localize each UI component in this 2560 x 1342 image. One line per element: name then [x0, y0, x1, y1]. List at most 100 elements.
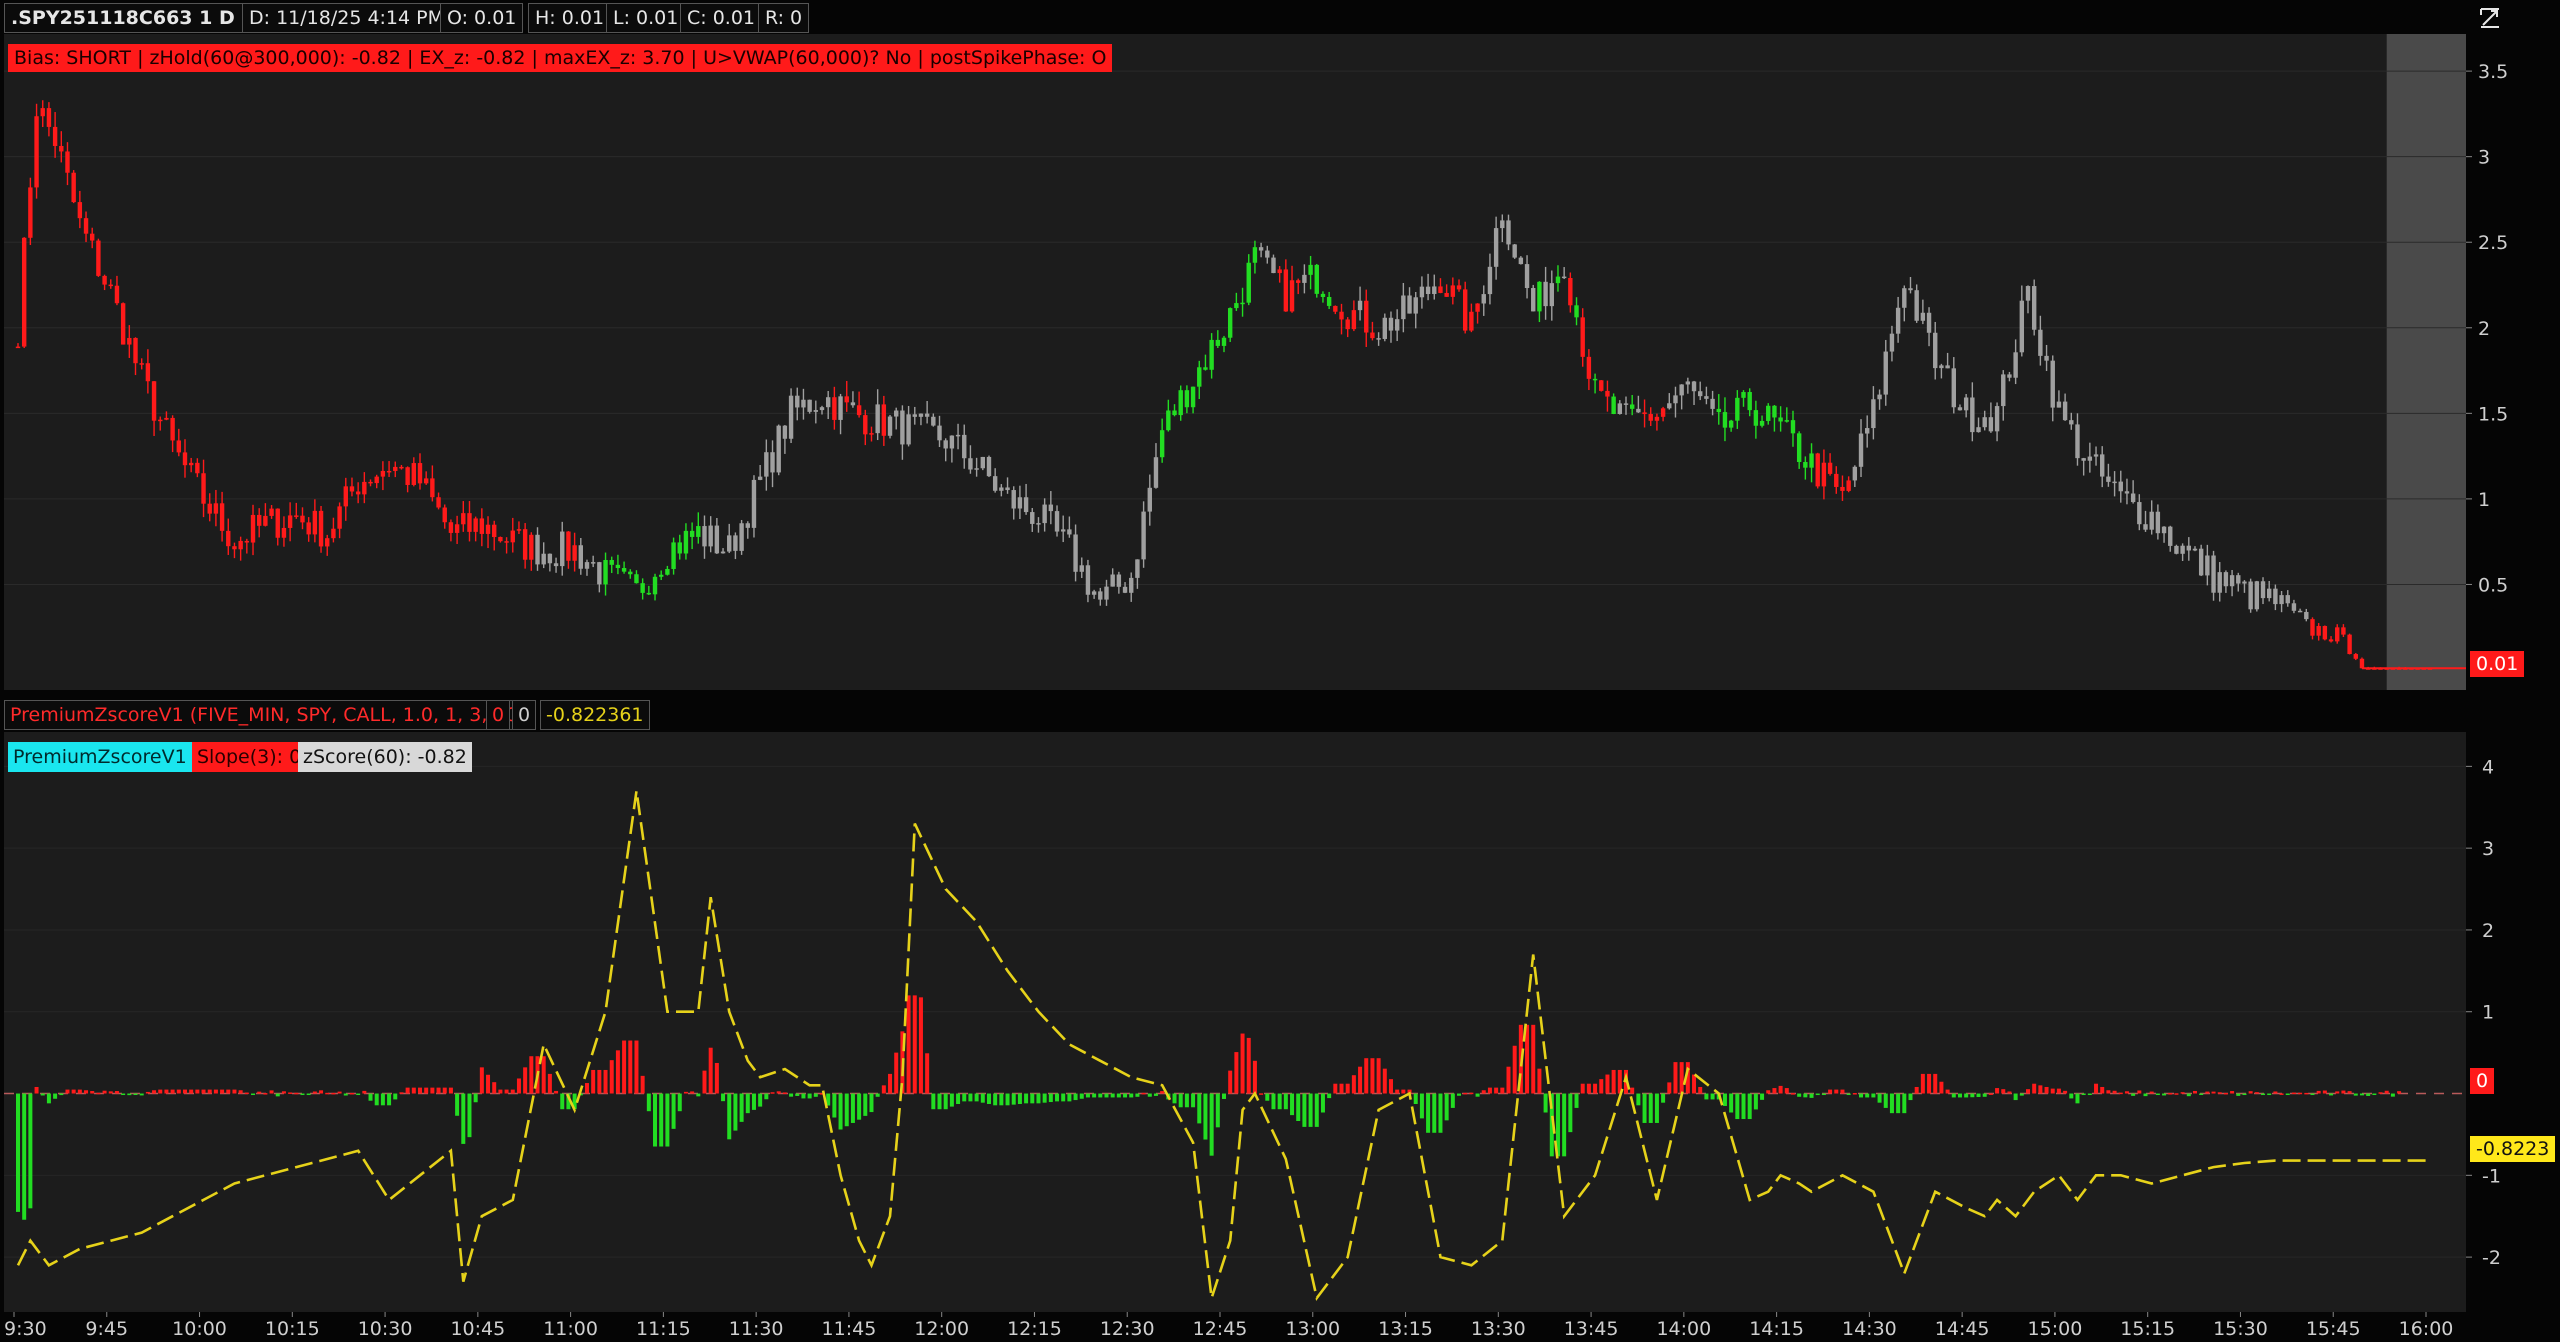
symbol-label[interactable]: .SPY251118C663 1 D 1m	[4, 3, 282, 33]
price-candle	[1042, 504, 1047, 524]
price-candle	[46, 108, 52, 127]
slope-bar	[1834, 1089, 1839, 1094]
expand-icon[interactable]	[2478, 6, 2502, 30]
slope-bar	[690, 1091, 695, 1094]
slope-bar	[634, 1040, 639, 1094]
slope-bar	[1160, 1091, 1165, 1094]
price-candle	[2149, 511, 2154, 530]
slope-bar	[152, 1090, 157, 1094]
slope-bar	[1215, 1093, 1220, 1128]
price-candle	[2341, 627, 2346, 635]
slope-bar	[721, 1093, 726, 1102]
slope-bar	[275, 1093, 280, 1097]
after-hours-shade	[2386, 34, 2466, 690]
price-candle	[1234, 303, 1239, 309]
slope-bar	[1129, 1093, 1134, 1098]
slope-bar	[1920, 1073, 1925, 1094]
slope-bar	[1945, 1089, 1950, 1094]
slope-bar	[1809, 1093, 1814, 1098]
price-candle	[188, 462, 194, 466]
price-candle	[2359, 658, 2365, 669]
study-chart-panel[interactable]	[4, 732, 2466, 1312]
price-candle	[1481, 294, 1486, 304]
slope-bar	[108, 1091, 113, 1094]
slope-bar	[2304, 1092, 2309, 1095]
time-axis-tick-label: 15:45	[2306, 1318, 2361, 1340]
slope-bar	[832, 1093, 837, 1118]
price-candle	[634, 574, 639, 584]
slope-bar	[1840, 1089, 1845, 1094]
price-candle	[1586, 356, 1592, 379]
slope-bar	[980, 1093, 985, 1103]
slope-bar	[850, 1093, 855, 1123]
price-candle	[1895, 307, 1901, 334]
price-candle	[1030, 512, 1035, 524]
price-candle	[1011, 490, 1016, 509]
slope-bar	[40, 1093, 45, 1096]
slope-bar	[251, 1093, 256, 1096]
time-axis-tick-label: 12:45	[1193, 1318, 1248, 1340]
slope-bar	[281, 1091, 286, 1094]
price-candle	[1320, 293, 1326, 297]
slope-bar	[597, 1069, 602, 1094]
price-candle	[448, 522, 454, 533]
slope-bar	[776, 1091, 781, 1094]
time-axis-svg: 9:30 9:45 10:00 10:15 10:30 10:45 11:00 11:15 11…	[4, 1312, 2453, 1340]
slope-bar	[1388, 1079, 1393, 1094]
price-candle	[1178, 390, 1183, 416]
price-candle	[232, 546, 237, 550]
time-axis-tick-label: 9:45	[85, 1318, 128, 1340]
slope-bar	[1178, 1093, 1183, 1108]
zero-badge: 0	[2470, 1068, 2495, 1094]
slope-bar	[925, 1053, 930, 1094]
slope-bar	[646, 1093, 651, 1112]
slope-bar	[176, 1089, 181, 1094]
slope-bar	[1896, 1093, 1901, 1114]
slope-bar	[1877, 1093, 1882, 1103]
slope-bar	[1673, 1062, 1678, 1094]
slope-bar	[702, 1070, 707, 1094]
price-candle	[331, 528, 336, 539]
price-candle	[1772, 405, 1777, 418]
price-candle	[96, 240, 101, 276]
price-candle	[776, 425, 781, 473]
price-candle	[1994, 406, 2000, 432]
price-candle	[720, 551, 726, 554]
price-candle	[659, 574, 664, 577]
time-axis[interactable]: 9:30 9:45 10:00 10:15 10:30 10:45 11:00 11:15 11…	[0, 1312, 2466, 1342]
slope-bar	[1450, 1093, 1455, 1108]
price-candle	[349, 486, 355, 492]
price-candle	[312, 510, 318, 535]
slope-bar	[1933, 1073, 1938, 1094]
slope-bar	[591, 1069, 596, 1094]
price-candle	[362, 481, 367, 495]
price-axis[interactable]: 0.5 1 1.5 2 2.5 3 3.5	[2466, 34, 2560, 690]
slope-bar	[1772, 1088, 1777, 1094]
price-chart-svg[interactable]	[4, 34, 2466, 690]
slope-bar	[182, 1089, 187, 1094]
slope-bar	[1382, 1068, 1387, 1094]
slope-bar	[1784, 1088, 1789, 1094]
price-candle	[492, 524, 497, 538]
study-axis[interactable]: -2 -1 1 2 3 4	[2466, 732, 2560, 1312]
price-candle	[1296, 280, 1301, 283]
slope-bar	[387, 1093, 392, 1106]
slope-bar	[1704, 1093, 1709, 1100]
study-chart-svg[interactable]	[4, 732, 2466, 1312]
slope-bar	[838, 1093, 843, 1130]
zscore-line	[16, 790, 2430, 1302]
price-candle	[114, 285, 120, 304]
price-candle	[1085, 565, 1091, 595]
price-candle	[2192, 548, 2198, 551]
slope-bar	[1951, 1093, 1956, 1098]
price-candle	[1543, 281, 1548, 307]
price-candle	[1147, 487, 1152, 512]
study-title[interactable]: PremiumZscoreV1 (FIVE_MIN, SPY, CALL, 1.…	[4, 700, 531, 730]
price-candle	[603, 560, 608, 585]
slope-bar	[1574, 1093, 1579, 1108]
price-candle	[1667, 403, 1672, 409]
slope-bar	[2329, 1093, 2334, 1096]
price-chart-panel[interactable]	[4, 34, 2466, 690]
slope-bar	[949, 1093, 954, 1107]
slope-bar	[714, 1062, 719, 1094]
